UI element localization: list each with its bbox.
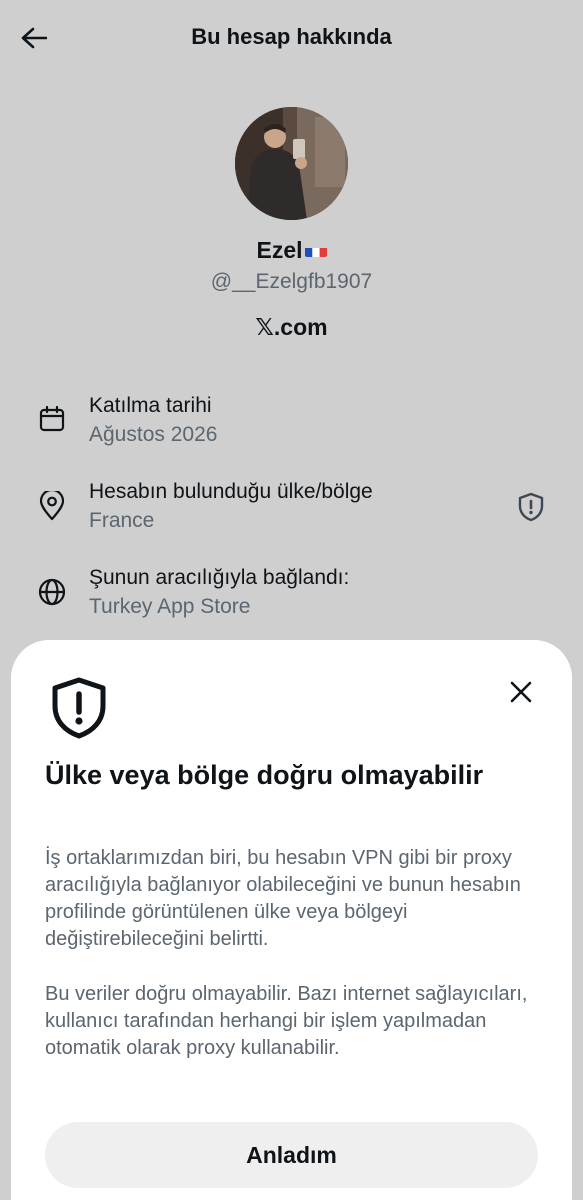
info-row-connected: Şunun aracılığıyla bağlandı: Turkey App …: [0, 564, 583, 634]
globe-icon: [35, 575, 69, 609]
location-warning-button[interactable]: [514, 490, 548, 524]
sheet-paragraph-2: Bu veriler doğru olmayabilir. Bazı inter…: [45, 983, 528, 1059]
avatar[interactable]: [235, 107, 348, 220]
sheet-paragraph-1: İş ortaklarımızdan biri, bu hesabın VPN …: [45, 847, 521, 950]
shield-warning-icon: [49, 676, 109, 740]
info-text-connected: Şunun aracılığıyla bağlandı: Turkey App …: [89, 564, 349, 622]
close-button[interactable]: [505, 676, 537, 708]
got-it-button[interactable]: Anladım: [45, 1122, 538, 1188]
user-handle: @__Ezelgfb1907: [210, 270, 373, 293]
joined-value: Ağustos 2026: [89, 423, 218, 446]
flag-france-icon: [304, 242, 327, 258]
info-row-joined: Katılma tarihi Ağustos 2026: [0, 392, 583, 462]
location-label: Hesabın bulunduğu ülke/bölge: [89, 480, 373, 503]
display-name-text: Ezel: [256, 237, 303, 263]
shield-warning-icon: [518, 492, 544, 522]
avatar-photo: [235, 107, 348, 220]
joined-label: Katılma tarihi: [89, 394, 212, 417]
info-text-location: Hesabın bulunduğu ülke/bölge France: [89, 478, 373, 536]
calendar-icon: [35, 402, 69, 436]
info-row-location: Hesabın bulunduğu ülke/bölge France: [0, 478, 583, 548]
sheet-title: Ülke veya bölge doğru olmayabilir: [45, 760, 484, 790]
site-label: 𝕏.com: [255, 314, 328, 340]
connected-label: Şunun aracılığıyla bağlandı:: [89, 566, 350, 589]
location-pin-icon: [35, 489, 69, 523]
bottom-sheet: Ülke veya bölge doğru olmayabilir İş ort…: [11, 640, 572, 1200]
page-title: Bu hesap hakkında: [191, 24, 392, 49]
close-icon: [510, 681, 532, 703]
connected-value: Turkey App Store: [89, 595, 251, 618]
about-account-screen: Bu hesap hakkında Ezel @__Ezelgfb1907 𝕏.…: [0, 0, 583, 1200]
display-name: Ezel: [0, 237, 583, 264]
info-text-joined: Katılma tarihi Ağustos 2026: [89, 392, 217, 450]
top-bar: Bu hesap hakkında: [0, 0, 583, 76]
location-value: France: [89, 509, 155, 532]
